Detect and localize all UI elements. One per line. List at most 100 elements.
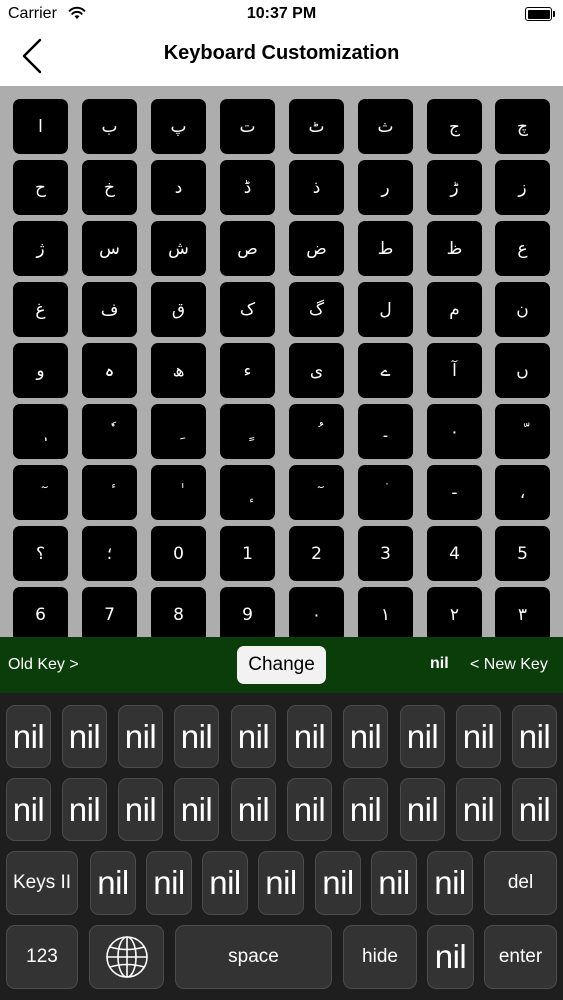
- old-key[interactable]: 3: [358, 526, 413, 581]
- old-key[interactable]: ۛ: [358, 465, 413, 520]
- nil-key[interactable]: nil: [287, 778, 332, 841]
- old-key[interactable]: غ: [13, 282, 68, 337]
- old-key[interactable]: 0: [151, 526, 206, 581]
- old-key[interactable]: ت: [220, 99, 275, 154]
- old-key[interactable]: ٓ: [13, 465, 68, 520]
- nil-key[interactable]: nil: [6, 705, 51, 768]
- old-key[interactable]: ش: [151, 221, 206, 276]
- old-key[interactable]: ،: [495, 465, 550, 520]
- delete-key[interactable]: del: [484, 851, 557, 915]
- old-key[interactable]: ٗ: [82, 404, 137, 459]
- keys-ii-key[interactable]: Keys II: [6, 851, 78, 915]
- old-key[interactable]: ٠: [427, 404, 482, 459]
- enter-key[interactable]: enter: [484, 925, 557, 989]
- old-key[interactable]: ی: [289, 343, 344, 398]
- old-key[interactable]: م: [427, 282, 482, 337]
- space-key[interactable]: space: [175, 925, 332, 989]
- old-key[interactable]: ۱: [358, 587, 413, 637]
- old-key[interactable]: ص: [220, 221, 275, 276]
- old-key[interactable]: ح: [13, 160, 68, 215]
- nil-key[interactable]: nil: [118, 778, 163, 841]
- old-key[interactable]: ط: [358, 221, 413, 276]
- old-key[interactable]: 8: [151, 587, 206, 637]
- old-key[interactable]: ِ: [151, 404, 206, 459]
- old-key[interactable]: 4: [427, 526, 482, 581]
- old-key[interactable]: ؟: [13, 526, 68, 581]
- nil-key[interactable]: nil: [231, 778, 276, 841]
- old-key-grid[interactable]: ابپتٹثجچ حخدڈذرڑز ژسشصضطظع غفقکگلمن وہھءیےآں…: [0, 86, 563, 637]
- old-key[interactable]: ھ: [151, 343, 206, 398]
- nil-key[interactable]: nil: [315, 851, 361, 915]
- change-button[interactable]: Change: [237, 646, 326, 684]
- nil-key[interactable]: nil: [427, 925, 474, 989]
- old-key[interactable]: ا: [13, 99, 68, 154]
- nil-key[interactable]: nil: [456, 705, 501, 768]
- old-key[interactable]: ہ: [82, 343, 137, 398]
- nil-key[interactable]: nil: [512, 705, 557, 768]
- nil-key[interactable]: nil: [343, 778, 388, 841]
- hide-key[interactable]: hide: [343, 925, 417, 989]
- old-key[interactable]: ڈ: [220, 160, 275, 215]
- old-key[interactable]: و: [13, 343, 68, 398]
- nil-key[interactable]: nil: [371, 851, 417, 915]
- old-key[interactable]: آ: [427, 343, 482, 398]
- old-key[interactable]: ل: [358, 282, 413, 337]
- old-key[interactable]: ۲: [427, 587, 482, 637]
- old-key[interactable]: گ: [289, 282, 344, 337]
- old-key[interactable]: ف: [82, 282, 137, 337]
- nil-key[interactable]: nil: [427, 851, 473, 915]
- old-key[interactable]: پ: [151, 99, 206, 154]
- old-key[interactable]: خ: [82, 160, 137, 215]
- nil-key[interactable]: nil: [174, 705, 219, 768]
- old-key[interactable]: ٕ: [220, 465, 275, 520]
- old-key[interactable]: ٍ: [220, 404, 275, 459]
- old-key[interactable]: د: [151, 160, 206, 215]
- old-key[interactable]: ۰: [289, 587, 344, 637]
- nil-key[interactable]: nil: [202, 851, 248, 915]
- old-key[interactable]: ُ: [289, 404, 344, 459]
- old-key[interactable]: ء: [220, 343, 275, 398]
- old-key[interactable]: 2: [289, 526, 344, 581]
- old-key[interactable]: -: [427, 465, 482, 520]
- old-key[interactable]: 7: [82, 587, 137, 637]
- old-key[interactable]: ک: [220, 282, 275, 337]
- nil-key[interactable]: nil: [62, 778, 107, 841]
- nil-key[interactable]: nil: [174, 778, 219, 841]
- old-key[interactable]: ع: [495, 221, 550, 276]
- old-key[interactable]: ں: [495, 343, 550, 398]
- old-key[interactable]: ذ: [289, 160, 344, 215]
- old-key[interactable]: 5: [495, 526, 550, 581]
- nil-key[interactable]: nil: [512, 778, 557, 841]
- nil-key[interactable]: nil: [6, 778, 51, 841]
- old-key[interactable]: ز: [495, 160, 550, 215]
- nil-key[interactable]: nil: [118, 705, 163, 768]
- old-key[interactable]: ؛: [82, 526, 137, 581]
- numbers-key[interactable]: 123: [6, 925, 78, 989]
- globe-key[interactable]: [89, 925, 164, 989]
- old-key[interactable]: ڑ: [427, 160, 482, 215]
- old-key[interactable]: 1: [220, 526, 275, 581]
- old-key[interactable]: 6: [13, 587, 68, 637]
- old-key[interactable]: س: [82, 221, 137, 276]
- old-key[interactable]: ر: [358, 160, 413, 215]
- old-key[interactable]: ض: [289, 221, 344, 276]
- old-key[interactable]: ن: [495, 282, 550, 337]
- old-key[interactable]: ٰ: [151, 465, 206, 520]
- old-key[interactable]: 9: [220, 587, 275, 637]
- old-key[interactable]: ۔: [358, 404, 413, 459]
- old-key[interactable]: ٖ: [13, 404, 68, 459]
- nil-key[interactable]: nil: [90, 851, 136, 915]
- old-key[interactable]: ٹ: [289, 99, 344, 154]
- old-key[interactable]: ّ: [495, 404, 550, 459]
- nil-key[interactable]: nil: [400, 705, 445, 768]
- old-key[interactable]: ج: [427, 99, 482, 154]
- old-key[interactable]: ٓ: [289, 465, 344, 520]
- old-key[interactable]: ے: [358, 343, 413, 398]
- old-key[interactable]: ب: [82, 99, 137, 154]
- nil-key[interactable]: nil: [456, 778, 501, 841]
- old-key[interactable]: ژ: [13, 221, 68, 276]
- nil-key[interactable]: nil: [62, 705, 107, 768]
- nil-key[interactable]: nil: [146, 851, 192, 915]
- old-key[interactable]: چ: [495, 99, 550, 154]
- nil-key[interactable]: nil: [287, 705, 332, 768]
